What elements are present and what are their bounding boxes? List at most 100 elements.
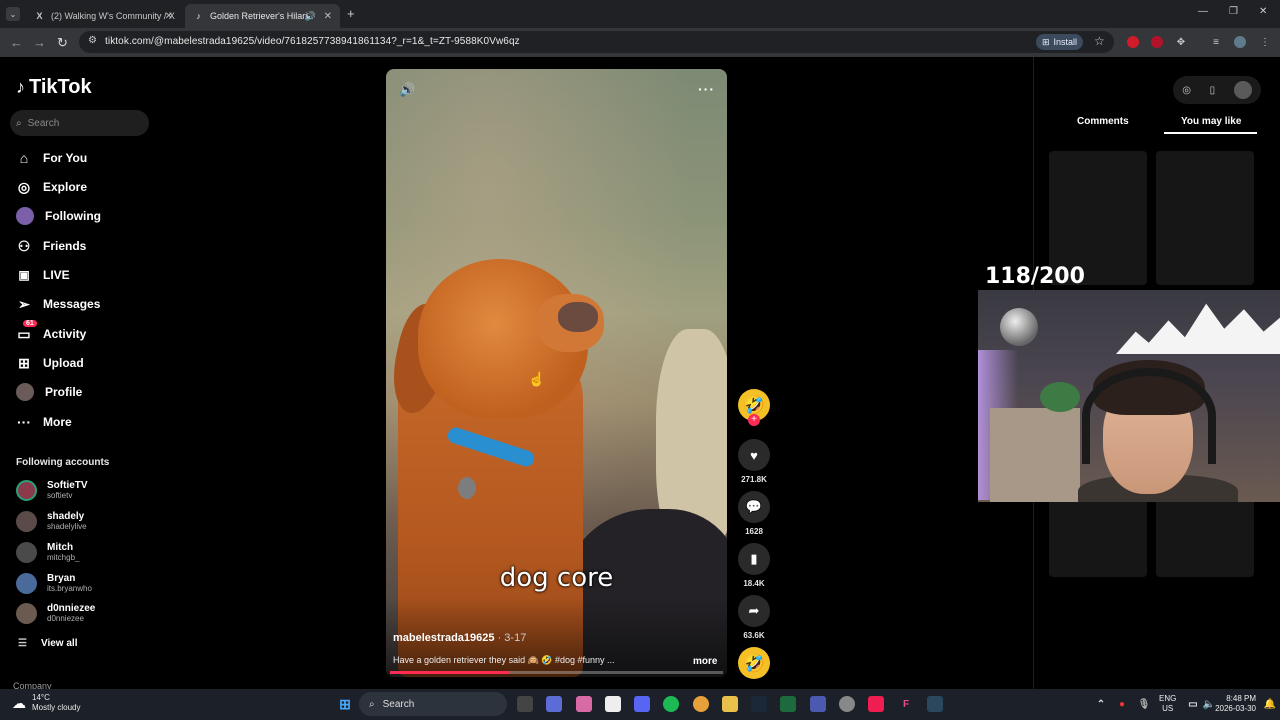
tab-search-button[interactable]: ⌄: [6, 7, 20, 21]
nav-following[interactable]: Following: [16, 206, 101, 226]
video-description: Have a golden retriever they said 🙉 🤣 #d…: [393, 655, 615, 665]
address-bar[interactable]: ⚙ tiktok.com/@mabelestrada19625/video/76…: [79, 31, 1114, 53]
account-item[interactable]: Bryan its.bryanwho: [16, 571, 92, 595]
install-app-button[interactable]: ⊞ Install: [1036, 34, 1084, 50]
taskbar-search[interactable]: ⌕ Search: [359, 692, 507, 716]
media-controls-icon[interactable]: ≡: [1210, 36, 1222, 48]
avatar: [16, 479, 37, 501]
tray-overflow-icon[interactable]: ⌃: [1093, 696, 1109, 712]
nav-profile[interactable]: Profile: [16, 382, 82, 402]
tab-x-community[interactable]: X (2) Walking W's Community / X ✕: [26, 4, 181, 28]
avatar: [16, 541, 37, 563]
search-input[interactable]: ⌕ Search: [10, 110, 149, 136]
more-options-icon[interactable]: ···: [698, 81, 715, 97]
tray-app-icon[interactable]: ●: [1114, 696, 1130, 712]
volume-icon[interactable]: 🔊: [399, 82, 415, 98]
tab-title: Golden Retriever's Hilarious: [210, 11, 308, 21]
tiktok-logo[interactable]: ♪ TikTok: [16, 76, 92, 99]
speaker-icon[interactable]: 🔊: [305, 11, 316, 22]
bookmark-star-icon[interactable]: ☆: [1094, 34, 1105, 48]
description-more-button[interactable]: more: [693, 656, 717, 667]
share-button[interactable]: ➦ 63.6K: [738, 595, 770, 640]
nav-for-you[interactable]: ⌂ For You: [16, 148, 87, 168]
excel-icon[interactable]: [780, 696, 796, 712]
steam-icon[interactable]: [751, 696, 767, 712]
site-info-icon[interactable]: ⚙: [88, 35, 97, 46]
home-icon: ⌂: [19, 150, 29, 166]
nav-activity[interactable]: ▭ 61 Activity: [16, 320, 86, 344]
nav-label: Upload: [43, 356, 84, 370]
extension-record-icon[interactable]: [1151, 36, 1163, 48]
nav-explore[interactable]: ◎ Explore: [16, 177, 87, 197]
app-icon[interactable]: [839, 696, 855, 712]
account-item[interactable]: d0nniezee d0nniezee: [16, 601, 95, 625]
chrome-menu-icon[interactable]: ⋮: [1259, 36, 1271, 48]
webcam-frame: [1116, 303, 1280, 354]
app-icon[interactable]: [810, 696, 826, 712]
new-tab-button[interactable]: +: [347, 6, 355, 21]
app-icon[interactable]: F: [898, 696, 914, 712]
device-icon[interactable]: ▯: [1210, 85, 1216, 96]
account-item[interactable]: Mitch mitchgb_: [16, 540, 79, 564]
music-disc-icon: 🤣: [738, 647, 770, 679]
nav-messages[interactable]: ➢ Messages: [16, 294, 100, 314]
sound-disc-button[interactable]: 🤣: [738, 647, 770, 679]
account-item[interactable]: SoftieTV softietv: [16, 478, 88, 502]
forward-button[interactable]: →: [33, 35, 46, 50]
discord-icon[interactable]: [634, 696, 650, 712]
back-button[interactable]: ←: [10, 35, 23, 50]
file-explorer-icon[interactable]: [722, 696, 738, 712]
account-item[interactable]: shadely shadelylive: [16, 509, 87, 533]
profile-avatar[interactable]: [1234, 36, 1246, 48]
video-progress-bar[interactable]: [390, 671, 723, 674]
close-icon[interactable]: ✕: [324, 11, 332, 22]
network-icon[interactable]: ▭: [1185, 696, 1201, 712]
tiktok-app-icon[interactable]: [868, 696, 884, 712]
capcut-icon[interactable]: [605, 696, 621, 712]
explore-icon[interactable]: ◎: [1182, 85, 1191, 96]
author-avatar-button[interactable]: 🤣 +: [738, 389, 770, 426]
view-all-button[interactable]: ☰ View all: [18, 638, 77, 649]
video-caption-overlay: dog core: [499, 563, 614, 593]
search-icon: ⌕: [16, 117, 22, 129]
weather-widget[interactable]: ☁ 14°C Mostly cloudy: [12, 693, 80, 713]
install-icon: ⊞: [1042, 36, 1050, 47]
windows-start-icon[interactable]: ⊞: [337, 696, 353, 712]
minimize-button[interactable]: —: [1198, 6, 1208, 17]
tab-you-may-like[interactable]: You may like: [1181, 116, 1241, 127]
nav-upload[interactable]: ⊞ Upload: [16, 353, 84, 373]
language-indicator[interactable]: ENG US: [1159, 694, 1176, 714]
nav-label: Following: [45, 209, 101, 223]
extension-red-icon[interactable]: [1127, 36, 1139, 48]
nav-friends[interactable]: ⚇ Friends: [16, 236, 87, 256]
video-player[interactable]: 🔊 ··· ☝ dog core mabelestrada19625 · 3-1…: [386, 69, 727, 677]
restore-button[interactable]: ❐: [1229, 6, 1238, 17]
tab-tiktok-video[interactable]: ♪ Golden Retriever's Hilarious 🔊 ✕: [185, 4, 340, 28]
app-icon[interactable]: [576, 696, 592, 712]
nav-more[interactable]: ··· More: [16, 412, 72, 432]
extensions-puzzle-icon[interactable]: ✥: [1175, 36, 1187, 48]
follow-plus-icon[interactable]: +: [748, 414, 760, 426]
account-name: d0nniezee: [47, 602, 96, 614]
save-button[interactable]: ▮ 18.4K: [738, 543, 770, 588]
comment-button[interactable]: 💬 1628: [738, 491, 770, 536]
copilot-icon[interactable]: [546, 696, 562, 712]
spotify-icon[interactable]: [663, 696, 679, 712]
avatar: [16, 572, 37, 594]
video-author[interactable]: mabelestrada19625 · 3-17: [393, 632, 526, 644]
user-avatar[interactable]: [1233, 81, 1252, 99]
notification-bell-icon[interactable]: 🔔: [1262, 696, 1278, 712]
microphone-icon[interactable]: 🎙: [1136, 696, 1152, 712]
like-button[interactable]: ♥ 271.8K: [738, 439, 770, 484]
video-thumbnail[interactable]: [1156, 151, 1254, 285]
chrome-icon[interactable]: [693, 696, 709, 712]
reload-button[interactable]: ↻: [57, 35, 68, 51]
nav-live[interactable]: ▣ LIVE: [16, 265, 69, 285]
avatar: [16, 510, 37, 532]
window-close-button[interactable]: ✕: [1259, 6, 1267, 17]
steam-icon[interactable]: [927, 696, 943, 712]
clock[interactable]: 8:48 PM 2026-03-30: [1200, 694, 1256, 714]
tab-comments[interactable]: Comments: [1077, 116, 1129, 127]
close-icon[interactable]: ✕: [165, 11, 173, 22]
task-view-icon[interactable]: [517, 696, 533, 712]
